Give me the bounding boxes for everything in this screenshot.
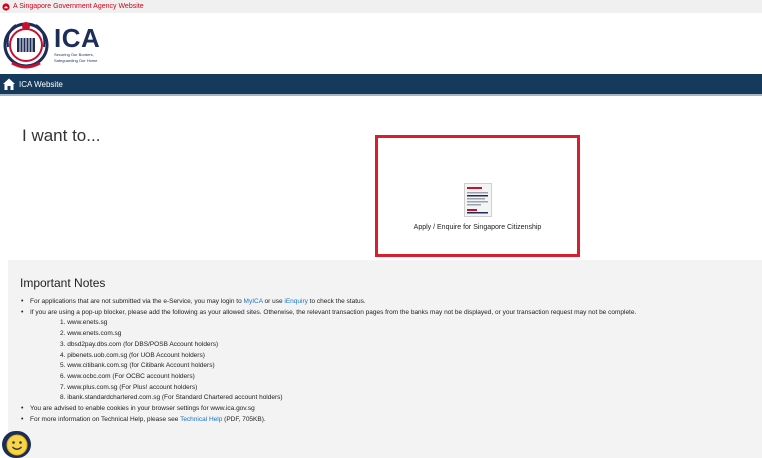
document-icon (463, 183, 492, 217)
site-item: 2. www.enets.com.sg (60, 330, 122, 338)
site-item: 1. www.enets.sg (60, 319, 108, 327)
notes-list: For applications that are not submitted … (20, 297, 750, 425)
gov-masthead-text: A Singapore Government Agency Website (13, 3, 144, 10)
allowed-sites-list: 1. www.enets.sg 2. www.enets.com.sg 3. d… (30, 318, 750, 404)
site-item: 6. www.ocbc.com (For OCBC account holder… (60, 372, 195, 380)
singapore-lion-icon (2, 2, 10, 11)
gov-masthead: A Singapore Government Agency Website (0, 0, 762, 13)
card-label: Apply / Enquire for Singapore Citizenshi… (413, 224, 542, 231)
home-icon[interactable] (2, 77, 16, 91)
nav-link-ica-website[interactable]: ICA Website (19, 80, 63, 89)
logo-text: ICA Securing Our Borders, Safeguarding O… (54, 25, 100, 63)
myica-link[interactable]: MyICA (244, 298, 263, 305)
main-content: I want to... Apply / Enquire for Singapo… (0, 96, 762, 260)
apply-citizenship-card[interactable]: Apply / Enquire for Singapore Citizenshi… (375, 135, 580, 257)
ienquiry-link[interactable]: iEnquiry (284, 298, 307, 305)
ica-crest-icon (3, 22, 49, 69)
notes-title: Important Notes (20, 276, 106, 290)
site-item: 8. ibank.standardchartered.com.sg (For S… (60, 394, 283, 402)
chat-button[interactable] (2, 431, 31, 458)
page-title: I want to... (22, 126, 101, 145)
logo-tagline-1: Securing Our Borders, (54, 52, 94, 57)
site-header: ICA Securing Our Borders, Safeguarding O… (0, 13, 762, 74)
note-item: If you are using a pop-up blocker, pleas… (20, 308, 750, 404)
technical-help-link[interactable]: Technical Help (180, 416, 222, 423)
note-item: For more information on Technical Help, … (20, 415, 750, 426)
site-item: 4. pibenets.uob.com.sg (for UOB Account … (60, 351, 205, 359)
site-item: 7. www.plus.com.sg (For Plus! account ho… (60, 383, 198, 391)
smiley-chat-icon (6, 434, 27, 455)
note-item: You are advised to enable cookies in you… (20, 404, 750, 415)
important-notes-panel: Important Notes For applications that ar… (8, 260, 762, 458)
logo-tagline-2: Safeguarding Our Home (54, 58, 98, 63)
main-navbar: ICA Website (0, 74, 762, 94)
site-item: 5. www.citibank.com.sg (for Citibank Acc… (60, 362, 215, 370)
note-item: For applications that are not submitted … (20, 297, 750, 308)
site-item: 3. dbsd2pay.dbs.com (for DBS/POSB Accoun… (60, 340, 219, 348)
logo-title: ICA (54, 23, 101, 53)
ica-logo[interactable]: ICA Securing Our Borders, Safeguarding O… (2, 17, 112, 71)
